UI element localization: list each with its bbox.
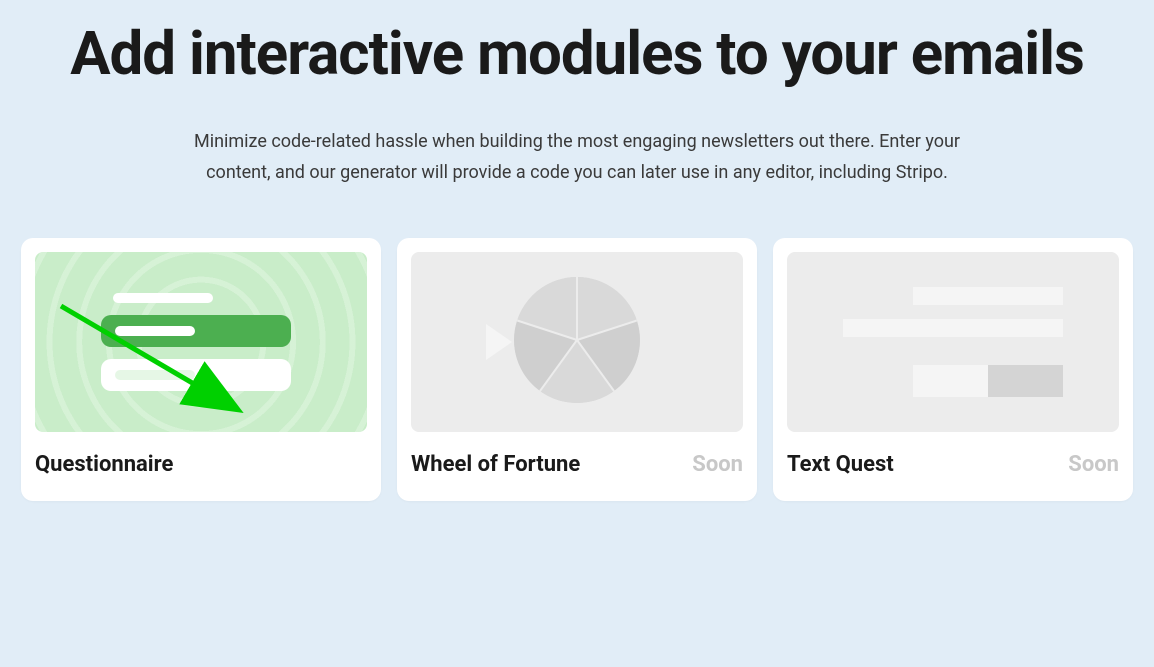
- card-text-quest[interactable]: Text Quest Soon: [773, 238, 1133, 501]
- page-subtitle: Minimize code-related hassle when buildi…: [167, 127, 987, 188]
- card-questionnaire[interactable]: Questionnaire: [21, 238, 381, 501]
- page-title: Add interactive modules to your emails: [20, 20, 1134, 87]
- card-badge-text-quest: Soon: [1068, 452, 1119, 477]
- module-cards: Questionnaire: [20, 238, 1134, 501]
- card-badge-wheel: Soon: [692, 452, 743, 477]
- questionnaire-preview-icon: [35, 252, 367, 432]
- text-quest-preview-icon: [787, 252, 1119, 432]
- card-title-text-quest: Text Quest: [787, 452, 894, 477]
- card-title-wheel: Wheel of Fortune: [411, 452, 580, 477]
- card-wheel-of-fortune[interactable]: Wheel of Fortune Soon: [397, 238, 757, 501]
- card-title-questionnaire: Questionnaire: [35, 452, 173, 477]
- wheel-preview-icon: [411, 252, 743, 432]
